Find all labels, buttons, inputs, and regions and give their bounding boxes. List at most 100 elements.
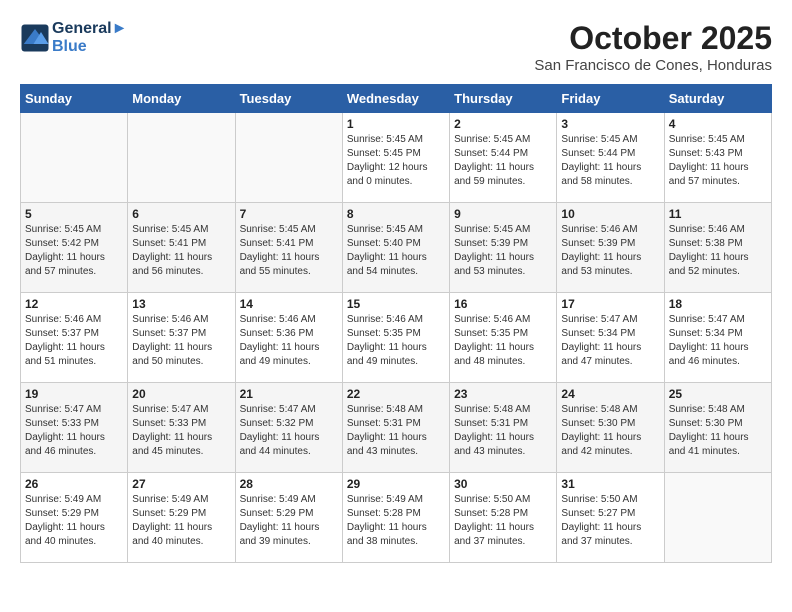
logo-icon xyxy=(20,23,50,53)
day-number: 3 xyxy=(561,117,659,131)
col-header-friday: Friday xyxy=(557,85,664,113)
day-info: Sunrise: 5:45 AM Sunset: 5:40 PM Dayligh… xyxy=(347,223,445,279)
calendar-cell: 6Sunrise: 5:45 AM Sunset: 5:41 PM Daylig… xyxy=(128,203,235,293)
day-number: 26 xyxy=(25,477,123,491)
day-info: Sunrise: 5:46 AM Sunset: 5:36 PM Dayligh… xyxy=(240,313,338,369)
day-number: 28 xyxy=(240,477,338,491)
calendar-cell: 27 Sunrise: 5:49 AM Sunset: 5:29 PM Dayli… xyxy=(128,473,235,563)
day-number: 25 xyxy=(669,387,767,401)
calendar-cell: 7 Sunrise: 5:45 AM Sunset: 5:41 PM Daylig… xyxy=(235,203,342,293)
calendar-cell: 17Sunrise: 5:47 AM Sunset: 5:34 PM Dayli… xyxy=(557,293,664,383)
day-info: Sunrise: 5:47 AM Sunset: 5:33 PM Dayligh… xyxy=(25,403,123,459)
day-info: Sunrise: 5:47 AM Sunset: 5:34 PM Dayligh… xyxy=(669,313,767,369)
day-info: Sunrise: 5:49 AM Sunset: 5:29 PM Dayligh… xyxy=(25,493,123,549)
calendar-cell: 20 Sunrise: 5:47 AM Sunset: 5:33 PM Dayli… xyxy=(128,383,235,473)
day-number: 30 xyxy=(454,477,552,491)
day-info: Sunrise: 5:48 AM Sunset: 5:30 PM Dayligh… xyxy=(561,403,659,459)
day-info: Sunrise: 5:46 AM Sunset: 5:39 PM Dayligh… xyxy=(561,223,659,279)
col-header-thursday: Thursday xyxy=(450,85,557,113)
day-info: Sunrise: 5:48 AM Sunset: 5:30 PM Dayligh… xyxy=(669,403,767,459)
location-subtitle: San Francisco de Cones, Honduras xyxy=(534,57,772,74)
day-info: Sunrise: 5:48 AM Sunset: 5:31 PM Dayligh… xyxy=(454,403,552,459)
col-header-monday: Monday xyxy=(128,85,235,113)
calendar-cell: 13Sunrise: 5:46 AM Sunset: 5:37 PM Dayli… xyxy=(128,293,235,383)
calendar-cell: 23 Sunrise: 5:48 AM Sunset: 5:31 PM Dayli… xyxy=(450,383,557,473)
day-number: 1 xyxy=(347,117,445,131)
calendar-cell: 18 Sunrise: 5:47 AM Sunset: 5:34 PM Dayli… xyxy=(664,293,771,383)
calendar-cell: 29 Sunrise: 5:49 AM Sunset: 5:28 PM Dayli… xyxy=(342,473,449,563)
day-number: 23 xyxy=(454,387,552,401)
day-info: Sunrise: 5:48 AM Sunset: 5:31 PM Dayligh… xyxy=(347,403,445,459)
col-header-wednesday: Wednesday xyxy=(342,85,449,113)
day-number: 19 xyxy=(25,387,123,401)
calendar-cell xyxy=(128,113,235,203)
calendar-cell: 4 Sunrise: 5:45 AM Sunset: 5:43 PM Daylig… xyxy=(664,113,771,203)
day-number: 21 xyxy=(240,387,338,401)
day-info: Sunrise: 5:45 AM Sunset: 5:41 PM Dayligh… xyxy=(240,223,338,279)
calendar-cell: 12 Sunrise: 5:46 AM Sunset: 5:37 PM Dayli… xyxy=(21,293,128,383)
calendar-cell: 5 Sunrise: 5:45 AM Sunset: 5:42 PM Daylig… xyxy=(21,203,128,293)
day-number: 20 xyxy=(132,387,230,401)
day-info: Sunrise: 5:46 AM Sunset: 5:37 PM Dayligh… xyxy=(25,313,123,369)
page-header: General► Blue October 2025 San Francisco… xyxy=(20,20,772,74)
day-info: Sunrise: 5:50 AM Sunset: 5:28 PM Dayligh… xyxy=(454,493,552,549)
day-number: 15 xyxy=(347,297,445,311)
col-header-tuesday: Tuesday xyxy=(235,85,342,113)
calendar-header-row: SundayMondayTuesdayWednesdayThursdayFrid… xyxy=(21,85,772,113)
calendar-cell: 19 Sunrise: 5:47 AM Sunset: 5:33 PM Dayli… xyxy=(21,383,128,473)
calendar-cell: 22 Sunrise: 5:48 AM Sunset: 5:31 PM Dayli… xyxy=(342,383,449,473)
calendar-cell: 30 Sunrise: 5:50 AM Sunset: 5:28 PM Dayli… xyxy=(450,473,557,563)
calendar-cell: 31 Sunrise: 5:50 AM Sunset: 5:27 PM Dayli… xyxy=(557,473,664,563)
logo-text: General► Blue xyxy=(52,20,127,56)
day-number: 4 xyxy=(669,117,767,131)
calendar-cell: 9 Sunrise: 5:45 AM Sunset: 5:39 PM Daylig… xyxy=(450,203,557,293)
day-number: 9 xyxy=(454,207,552,221)
calendar-cell: 26 Sunrise: 5:49 AM Sunset: 5:29 PM Dayli… xyxy=(21,473,128,563)
day-info: Sunrise: 5:46 AM Sunset: 5:35 PM Dayligh… xyxy=(347,313,445,369)
day-info: Sunrise: 5:49 AM Sunset: 5:29 PM Dayligh… xyxy=(132,493,230,549)
calendar-cell: 11 Sunrise: 5:46 AM Sunset: 5:38 PM Dayli… xyxy=(664,203,771,293)
day-number: 8 xyxy=(347,207,445,221)
calendar-cell: 21Sunrise: 5:47 AM Sunset: 5:32 PM Dayli… xyxy=(235,383,342,473)
logo: General► Blue xyxy=(20,20,127,56)
day-number: 13 xyxy=(132,297,230,311)
day-number: 12 xyxy=(25,297,123,311)
day-info: Sunrise: 5:45 AM Sunset: 5:44 PM Dayligh… xyxy=(454,133,552,189)
day-number: 2 xyxy=(454,117,552,131)
day-info: Sunrise: 5:49 AM Sunset: 5:28 PM Dayligh… xyxy=(347,493,445,549)
calendar-cell: 8 Sunrise: 5:45 AM Sunset: 5:40 PM Daylig… xyxy=(342,203,449,293)
day-info: Sunrise: 5:45 AM Sunset: 5:39 PM Dayligh… xyxy=(454,223,552,279)
day-number: 14 xyxy=(240,297,338,311)
calendar-cell: 24 Sunrise: 5:48 AM Sunset: 5:30 PM Dayli… xyxy=(557,383,664,473)
day-info: Sunrise: 5:47 AM Sunset: 5:34 PM Dayligh… xyxy=(561,313,659,369)
day-info: Sunrise: 5:45 AM Sunset: 5:45 PM Dayligh… xyxy=(347,133,445,189)
day-info: Sunrise: 5:46 AM Sunset: 5:38 PM Dayligh… xyxy=(669,223,767,279)
calendar-cell xyxy=(235,113,342,203)
day-info: Sunrise: 5:45 AM Sunset: 5:42 PM Dayligh… xyxy=(25,223,123,279)
calendar-cell: 14 Sunrise: 5:46 AM Sunset: 5:36 PM Dayli… xyxy=(235,293,342,383)
day-number: 6 xyxy=(132,207,230,221)
day-number: 29 xyxy=(347,477,445,491)
day-number: 5 xyxy=(25,207,123,221)
col-header-saturday: Saturday xyxy=(664,85,771,113)
month-title: October 2025 xyxy=(534,20,772,57)
day-number: 27 xyxy=(132,477,230,491)
day-info: Sunrise: 5:50 AM Sunset: 5:27 PM Dayligh… xyxy=(561,493,659,549)
col-header-sunday: Sunday xyxy=(21,85,128,113)
week-row-3: 12 Sunrise: 5:46 AM Sunset: 5:37 PM Dayli… xyxy=(21,293,772,383)
calendar-cell: 10Sunrise: 5:46 AM Sunset: 5:39 PM Dayli… xyxy=(557,203,664,293)
calendar-cell: 3 Sunrise: 5:45 AM Sunset: 5:44 PM Daylig… xyxy=(557,113,664,203)
week-row-2: 5 Sunrise: 5:45 AM Sunset: 5:42 PM Daylig… xyxy=(21,203,772,293)
day-number: 31 xyxy=(561,477,659,491)
day-info: Sunrise: 5:47 AM Sunset: 5:33 PM Dayligh… xyxy=(132,403,230,459)
day-info: Sunrise: 5:45 AM Sunset: 5:43 PM Dayligh… xyxy=(669,133,767,189)
week-row-4: 19 Sunrise: 5:47 AM Sunset: 5:33 PM Dayli… xyxy=(21,383,772,473)
week-row-5: 26 Sunrise: 5:49 AM Sunset: 5:29 PM Dayli… xyxy=(21,473,772,563)
day-number: 22 xyxy=(347,387,445,401)
day-number: 7 xyxy=(240,207,338,221)
day-number: 24 xyxy=(561,387,659,401)
day-number: 16 xyxy=(454,297,552,311)
day-info: Sunrise: 5:45 AM Sunset: 5:44 PM Dayligh… xyxy=(561,133,659,189)
day-number: 11 xyxy=(669,207,767,221)
day-number: 18 xyxy=(669,297,767,311)
